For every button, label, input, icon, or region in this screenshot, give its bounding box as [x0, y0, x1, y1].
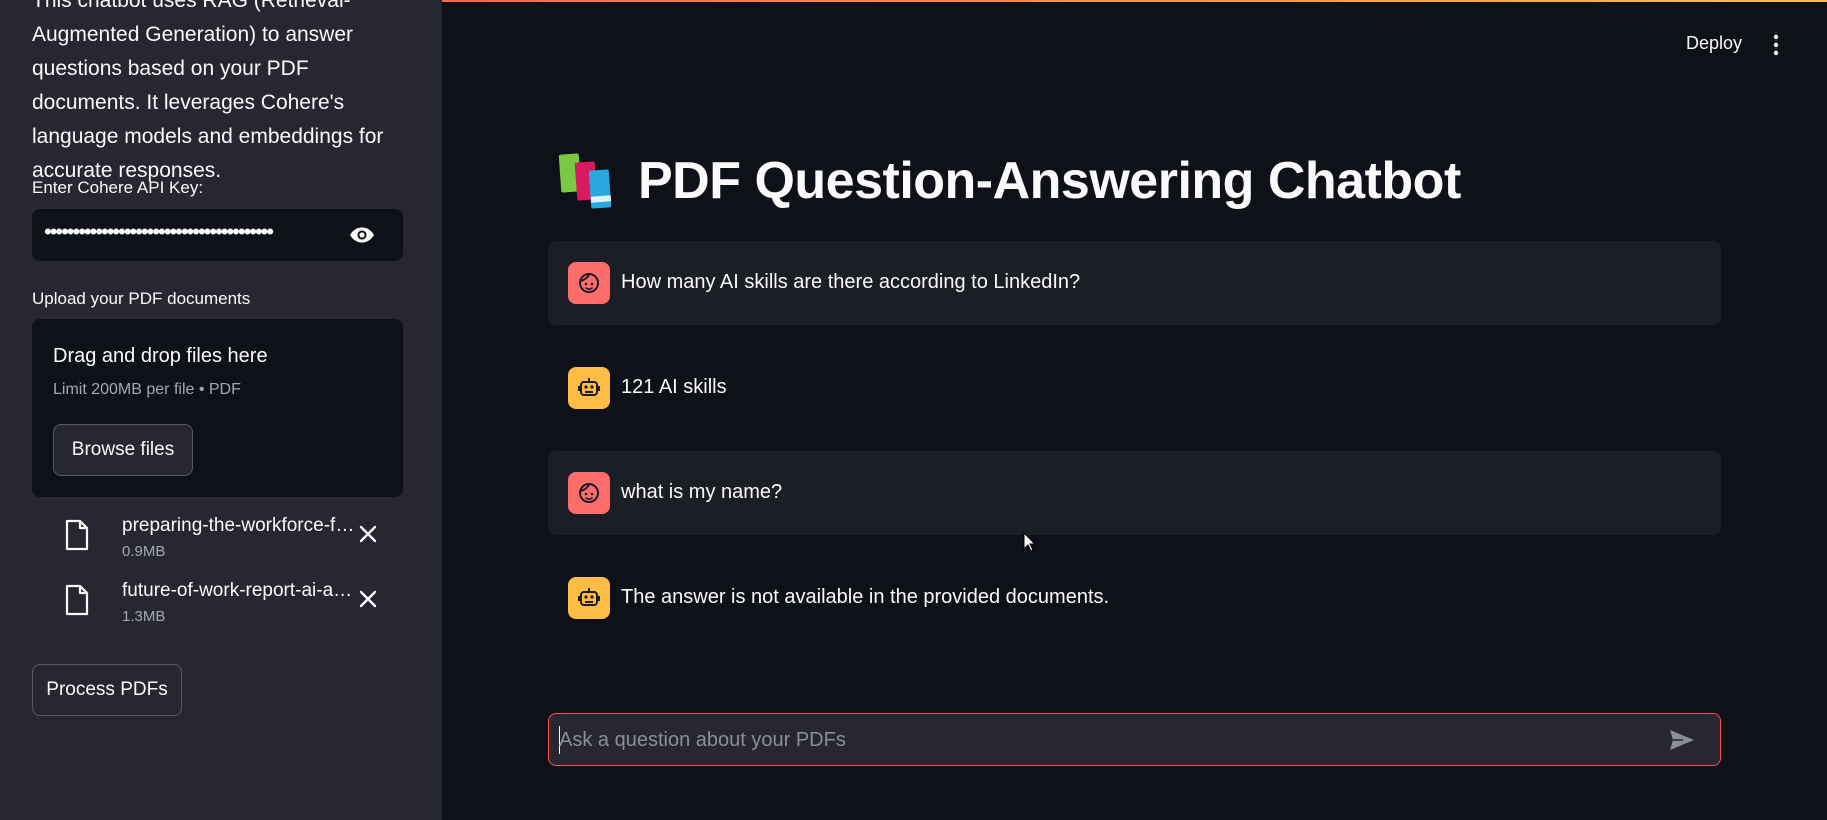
sidebar: This chatbot uses RAG (Retrieval-Augment… [0, 0, 442, 820]
user-face-icon [579, 273, 599, 293]
file-size: 0.9MB [122, 543, 166, 560]
dropzone-limit: Limit 200MB per file • PDF [53, 381, 241, 398]
bot-avatar [568, 367, 610, 409]
page-title: PDF Question-Answering Chatbot [556, 150, 1461, 212]
chat-message-assistant: The answer is not available in the provi… [548, 556, 1721, 640]
user-avatar [568, 262, 610, 304]
chat-message-user: How many AI skills are there according t… [548, 241, 1721, 325]
app-root: This chatbot uses RAG (Retrieval-Augment… [0, 0, 1827, 820]
user-avatar [568, 472, 610, 514]
robot-icon [578, 588, 600, 606]
sidebar-intro-text: This chatbot uses RAG (Retrieval-Augment… [32, 0, 384, 182]
uploaded-file-item: preparing-the-workforce-for-generative-a… [32, 513, 403, 571]
robot-icon [578, 378, 600, 396]
chat-input[interactable]: Ask a question about your PDFs [548, 713, 1721, 766]
file-name: preparing-the-workforce-for-generative-a… [122, 515, 362, 536]
remove-file-icon[interactable] [357, 588, 379, 610]
user-face-icon [579, 483, 599, 503]
api-key-value: •••••••••••••••••••••••••••••••••••••••• [44, 219, 274, 244]
deploy-button[interactable]: Deploy [1686, 33, 1742, 54]
upload-label: Upload your PDF documents [32, 289, 251, 308]
send-icon[interactable] [1668, 728, 1696, 752]
file-icon [65, 519, 89, 551]
file-dropzone[interactable]: Drag and drop files here Limit 200MB per… [32, 319, 403, 497]
message-text: How many AI skills are there according t… [621, 271, 1081, 293]
remove-file-icon[interactable] [357, 523, 379, 545]
eye-icon[interactable] [349, 224, 375, 246]
uploaded-file-item: future-of-work-report-ai-august-2024.pdf… [32, 578, 403, 636]
kebab-menu-icon[interactable] [1768, 34, 1784, 56]
file-icon [65, 584, 89, 616]
browse-files-button[interactable]: Browse files [53, 424, 193, 476]
dropzone-title: Drag and drop files here [53, 345, 268, 367]
message-text: The answer is not available in the provi… [621, 586, 1110, 608]
api-key-input[interactable]: •••••••••••••••••••••••••••••••••••••••• [32, 209, 403, 261]
page-title-text: PDF Question-Answering Chatbot [638, 152, 1461, 210]
message-text: what is my name? [621, 481, 783, 503]
chat-input-placeholder: Ask a question about your PDFs [559, 729, 846, 751]
books-icon [558, 153, 612, 209]
mouse-cursor-icon [1023, 532, 1037, 552]
api-key-label: Enter Cohere API Key: [32, 178, 204, 197]
message-text: 121 AI skills [621, 376, 727, 398]
chat-message-assistant: 121 AI skills [548, 346, 1721, 430]
file-name: future-of-work-report-ai-august-2024.pdf [122, 580, 362, 601]
chat-message-user: what is my name? [548, 451, 1721, 535]
process-pdfs-button[interactable]: Process PDFs [32, 664, 182, 716]
bot-avatar [568, 577, 610, 619]
file-size: 1.3MB [122, 608, 166, 625]
